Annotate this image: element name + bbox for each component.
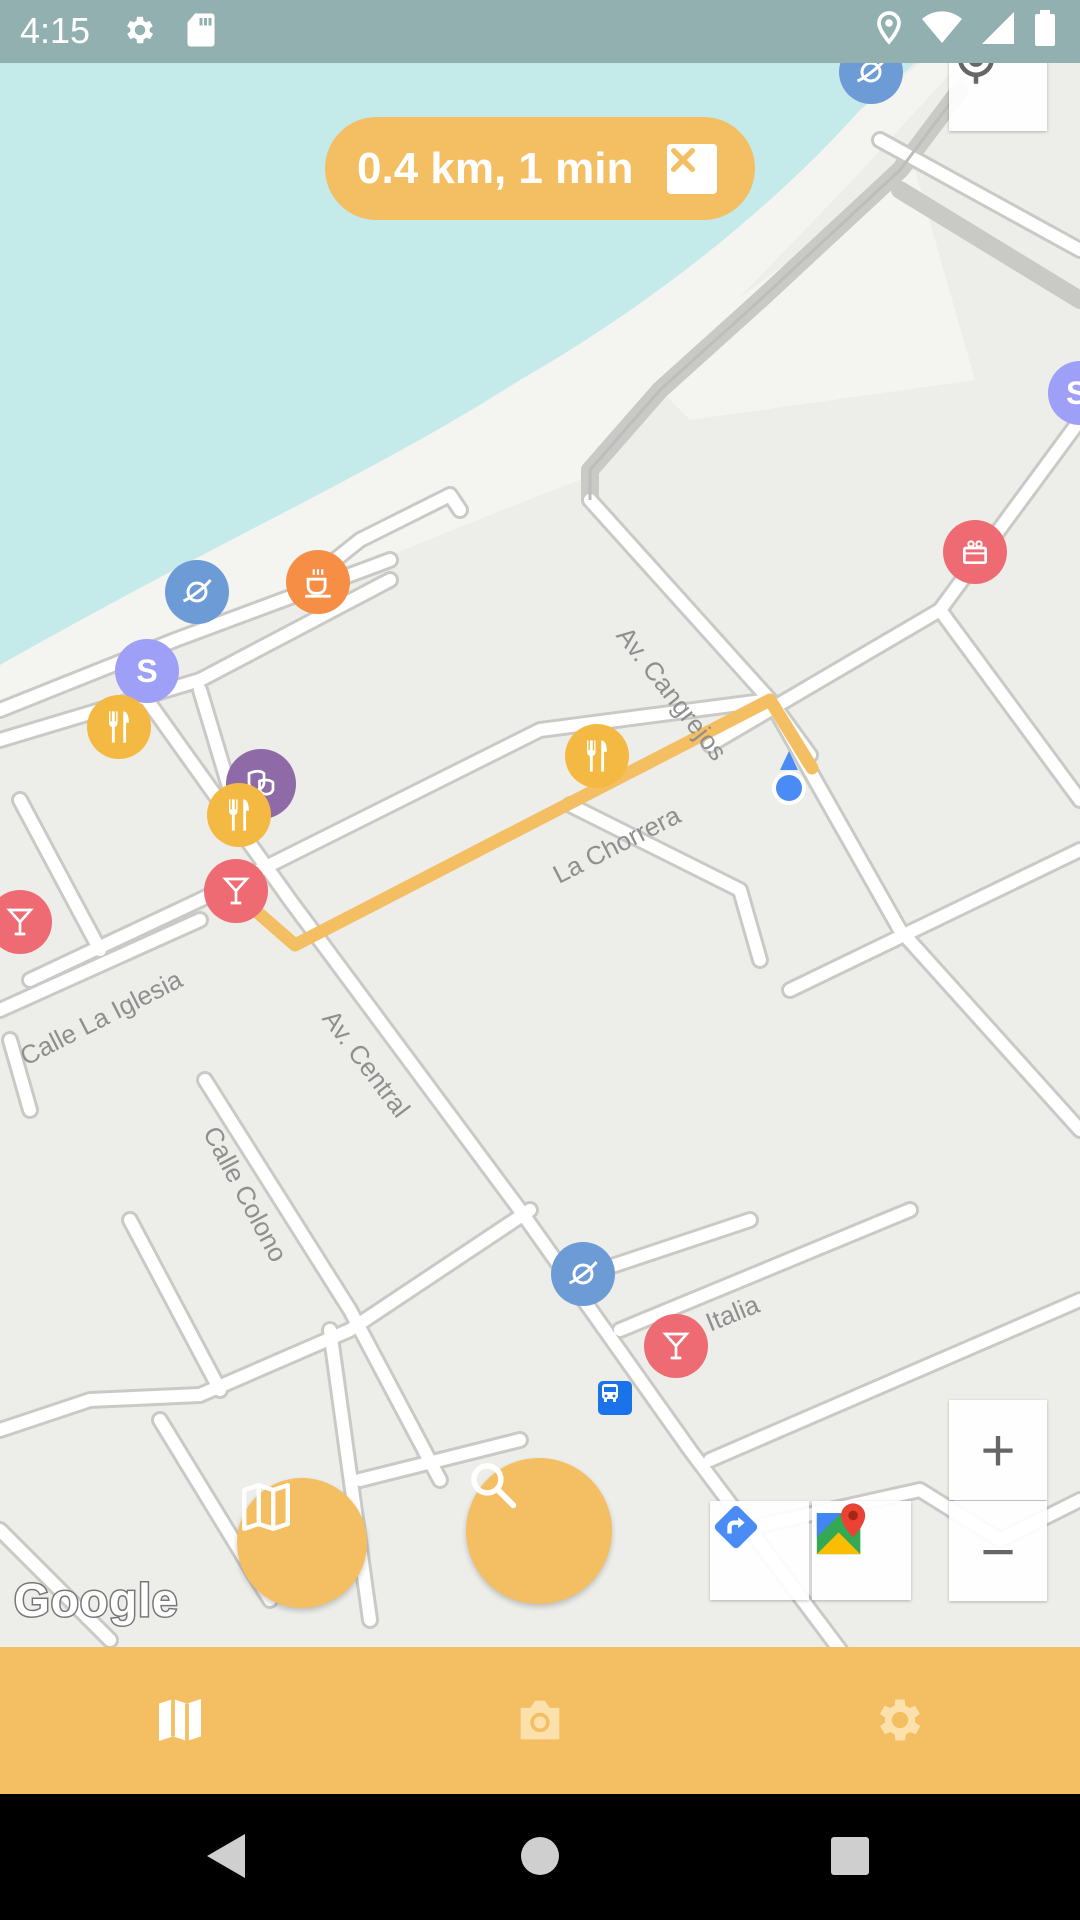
camera-icon (520, 1700, 560, 1740)
wifi-icon (922, 11, 962, 49)
poi-bar-marker[interactable] (204, 859, 268, 923)
status-time: 4:15 (20, 10, 91, 51)
poi-sightseeing-marker[interactable] (551, 1242, 615, 1306)
fork-knife-icon (587, 740, 607, 772)
status-bar: 4:15 (0, 0, 1080, 63)
nav-map-tab[interactable] (145, 1685, 215, 1755)
my-location-icon (958, 63, 994, 84)
map-icon (159, 1699, 201, 1741)
back-button[interactable] (205, 1832, 249, 1884)
google-maps-icon (816, 1503, 866, 1555)
sd-card-icon (186, 12, 216, 52)
poi-cinema-marker[interactable] (943, 520, 1007, 584)
signal-icon (980, 10, 1016, 50)
map-layers-button[interactable] (237, 1478, 367, 1608)
planet-icon (182, 579, 212, 603)
planet-icon (856, 63, 884, 83)
home-icon (521, 1837, 559, 1875)
location-pin-icon (874, 10, 904, 50)
bus-stop-icon[interactable] (598, 1381, 632, 1415)
nav-camera-tab[interactable] (505, 1685, 575, 1755)
poi-bar-marker[interactable] (644, 1314, 708, 1378)
fork-knife-icon (109, 711, 129, 743)
search-button[interactable] (466, 1458, 612, 1604)
battery-icon (1034, 10, 1056, 50)
recents-icon (831, 1837, 869, 1875)
bottom-navigation (0, 1647, 1080, 1794)
open-in-google-maps-button[interactable] (812, 1501, 911, 1600)
poi-sightseeing-marker[interactable] (165, 560, 229, 624)
search-icon (471, 1463, 517, 1509)
cocktail-icon (222, 877, 250, 905)
back-icon (207, 1834, 245, 1878)
directions-icon (714, 1505, 758, 1549)
google-logo: Google (12, 1573, 179, 1628)
gear-icon (122, 12, 158, 52)
fork-knife-icon (229, 799, 249, 831)
poi-restaurant-marker[interactable] (87, 695, 151, 759)
poi-letter: S (1066, 374, 1080, 411)
nav-settings-tab[interactable] (865, 1685, 935, 1755)
close-route-button[interactable] (667, 144, 717, 194)
directions-button[interactable] (710, 1501, 809, 1600)
close-icon (671, 148, 695, 172)
planet-icon (568, 1261, 598, 1285)
zoom-out-button[interactable]: − (949, 1501, 1047, 1601)
map-view[interactable]: Av. Cangrejos La Chorrera Calle La Igles… (0, 63, 1080, 1647)
coffee-cup-icon (305, 569, 331, 598)
map-icon (242, 1483, 290, 1531)
my-location-button[interactable] (949, 63, 1047, 131)
poi-s-marker[interactable]: S (115, 639, 179, 703)
recents-button[interactable] (830, 1832, 870, 1884)
cocktail-icon (6, 908, 34, 936)
poi-cafe-marker[interactable] (286, 550, 350, 614)
route-summary-text: 0.4 km, 1 min (357, 143, 634, 193)
popcorn-icon (963, 540, 987, 564)
map-canvas (0, 63, 1080, 1647)
zoom-out-label: − (980, 1517, 1016, 1585)
home-button[interactable] (520, 1832, 560, 1884)
poi-letter: S (136, 652, 158, 689)
route-summary-pill: 0.4 km, 1 min (325, 117, 755, 220)
settings-icon (879, 1699, 921, 1741)
poi-restaurant-marker[interactable] (565, 724, 629, 788)
zoom-in-label: + (980, 1416, 1016, 1484)
system-navigation-bar (0, 1794, 1080, 1920)
zoom-in-button[interactable]: + (949, 1400, 1047, 1500)
poi-restaurant-marker[interactable] (207, 783, 271, 847)
cocktail-icon (662, 1332, 690, 1360)
